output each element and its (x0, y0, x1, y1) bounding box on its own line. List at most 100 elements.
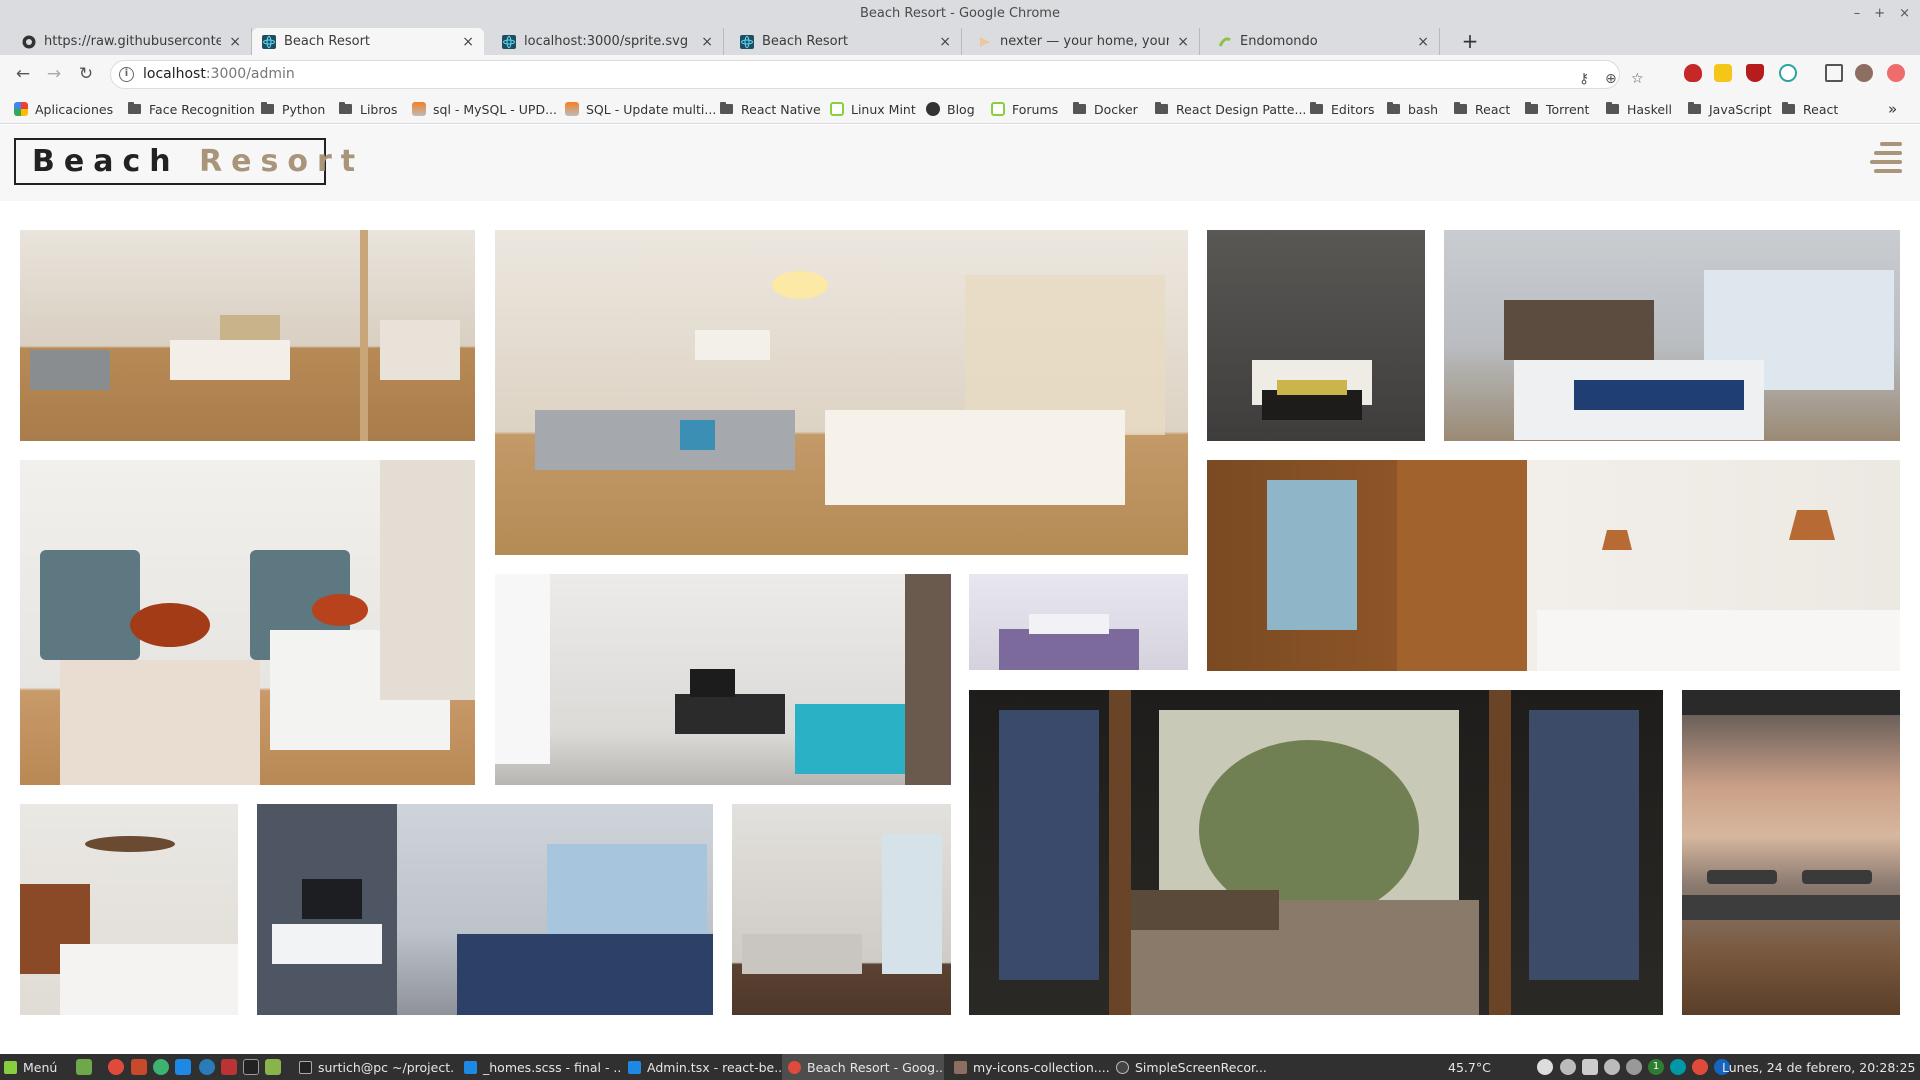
bookmark-torrent[interactable]: Torrent (1525, 94, 1589, 124)
app-launcher-icon[interactable] (153, 1059, 169, 1075)
room-photo-6[interactable] (1207, 460, 1900, 671)
url-host: localhost (143, 66, 206, 82)
taskbar-window-screen-recorder[interactable]: SimpleScreenRecor... (1110, 1054, 1272, 1080)
tab-close-icon[interactable]: × (1177, 34, 1189, 50)
brightness-icon[interactable] (1604, 1059, 1620, 1075)
maximize-button[interactable]: + (1874, 0, 1885, 28)
minimize-button[interactable]: – (1854, 0, 1861, 28)
room-photo-12-featured[interactable] (969, 690, 1663, 1015)
bookmark-face-recognition[interactable]: Face Recognition (128, 94, 255, 124)
taskbar-window-label: Admin.tsx - react-be... (647, 1059, 784, 1075)
cast-icon[interactable] (1825, 64, 1843, 82)
tab-endomondo[interactable]: Endomondo × (1208, 28, 1440, 55)
update-menu-icon[interactable] (1887, 64, 1905, 82)
clock[interactable]: Lunes, 24 de febrero, 20:28:25 (1722, 1054, 1915, 1080)
forward-arrow-icon[interactable]: → (43, 63, 65, 85)
notifications-badge[interactable]: 1 (1648, 1059, 1664, 1075)
tab-github-raw[interactable]: https://raw.githubusercontent.c × (12, 28, 252, 55)
hamburger-menu-icon[interactable] (1870, 140, 1904, 176)
bookmark-haskell[interactable]: Haskell (1606, 94, 1672, 124)
bookmark-star-icon[interactable]: ☆ (1631, 66, 1644, 93)
translate-extension-icon[interactable] (1779, 64, 1797, 82)
room-photo-9[interactable] (20, 804, 238, 1015)
new-tab-button[interactable]: + (1456, 28, 1484, 55)
tool-launcher-icon[interactable] (221, 1059, 237, 1075)
update-shield-icon[interactable] (1626, 1059, 1642, 1075)
chrome-tray-icon[interactable] (1692, 1059, 1708, 1075)
ublock-extension-icon[interactable] (1684, 64, 1702, 82)
bookmark-linux-mint[interactable]: Linux Mint (830, 94, 916, 124)
bookmark-react-2[interactable]: React (1782, 94, 1838, 124)
profile-avatar[interactable] (1855, 64, 1873, 82)
taskbar-window-admin-tsx[interactable]: Admin.tsx - react-be... (622, 1054, 784, 1080)
room-photo-7[interactable] (495, 574, 951, 785)
bookmark-python[interactable]: Python (261, 94, 325, 124)
folder-icon (1387, 102, 1400, 114)
volume-icon[interactable] (1582, 1059, 1598, 1075)
close-window-button[interactable]: × (1899, 0, 1910, 28)
tab-label: localhost:3000/sprite.svg (524, 34, 689, 49)
bookmark-react-design-patterns[interactable]: React Design Patte... (1155, 94, 1306, 124)
sublime-launcher-icon[interactable] (131, 1059, 147, 1075)
url-path: :3000/admin (205, 66, 295, 82)
tab-close-icon[interactable]: × (229, 34, 241, 50)
bookmark-bash[interactable]: bash (1387, 94, 1438, 124)
room-photo-4[interactable] (1444, 230, 1900, 441)
show-desktop-icon[interactable] (76, 1059, 92, 1075)
terminal-launcher-icon[interactable] (243, 1059, 259, 1075)
bookmark-react[interactable]: React (1454, 94, 1510, 124)
room-photo-3[interactable] (1207, 230, 1425, 441)
site-info-icon[interactable]: i (119, 67, 134, 82)
bookmarks-overflow-button[interactable]: » (1888, 94, 1897, 124)
files-launcher-icon[interactable] (265, 1059, 281, 1075)
tab-beach-resort-active[interactable]: Beach Resort × (252, 28, 484, 55)
tab-close-icon[interactable]: × (462, 34, 474, 50)
bookmark-editors[interactable]: Editors (1310, 94, 1375, 124)
bookmark-docker[interactable]: Docker (1073, 94, 1138, 124)
site-logo[interactable]: Beach Resort (14, 138, 355, 185)
user-icon[interactable] (1537, 1059, 1553, 1075)
chrome-launcher-icon[interactable] (108, 1059, 124, 1075)
address-bar[interactable]: i localhost:3000/admin ⚷ ⊕ ☆ (110, 60, 1644, 89)
shield-extension-icon[interactable] (1746, 64, 1764, 82)
browser-toolbar: ← → ↻ i localhost:3000/admin ⚷ ⊕ ☆ (0, 55, 1920, 94)
room-photo-10[interactable] (257, 804, 713, 1015)
room-photo-11[interactable] (732, 804, 951, 1015)
tab-close-icon[interactable]: × (939, 34, 951, 50)
browser-launcher-icon[interactable] (199, 1059, 215, 1075)
reload-icon[interactable]: ↻ (75, 63, 97, 85)
folder-icon (1606, 102, 1619, 114)
start-menu-button[interactable]: Menú (4, 1054, 57, 1080)
bookmark-sql-mysql[interactable]: sql - MySQL - UPD... (412, 94, 557, 124)
bookmark-apps[interactable]: Aplicaciones (14, 94, 113, 124)
room-photo-5[interactable] (20, 460, 475, 785)
temperature-label: 45.7°C (1448, 1059, 1491, 1075)
key-icon[interactable]: ⚷ (1579, 66, 1589, 93)
tab-sprite-svg[interactable]: localhost:3000/sprite.svg × (492, 28, 724, 55)
room-photo-1[interactable] (20, 230, 475, 441)
bookmark-react-native[interactable]: React Native (720, 94, 821, 124)
tab-beach-resort[interactable]: Beach Resort × (730, 28, 962, 55)
zoom-icon[interactable]: ⊕ (1605, 66, 1617, 93)
room-photo-2-featured[interactable] (495, 230, 1188, 555)
room-photo-13[interactable] (1682, 690, 1900, 1015)
notes-extension-icon[interactable] (1714, 64, 1732, 82)
taskbar-window-terminal[interactable]: surtich@pc ~/project... (293, 1054, 455, 1080)
bookmark-sql-update[interactable]: SQL - Update multi... (565, 94, 716, 124)
bookmark-blog[interactable]: Blog (926, 94, 975, 124)
tab-close-icon[interactable]: × (701, 34, 713, 50)
bookmark-forums[interactable]: Forums (991, 94, 1058, 124)
tab-close-icon[interactable]: × (1417, 34, 1429, 50)
network-status-icon[interactable] (1670, 1059, 1686, 1075)
vscode-launcher-icon[interactable] (175, 1059, 191, 1075)
taskbar-window-icons-collection[interactable]: my-icons-collection.... (948, 1054, 1110, 1080)
back-arrow-icon[interactable]: ← (12, 63, 34, 85)
bookmark-javascript[interactable]: JavaScript (1688, 94, 1772, 124)
room-photo-8[interactable] (969, 574, 1188, 670)
tab-nexter[interactable]: nexter — your home, your free × (968, 28, 1200, 55)
chrome-icon (788, 1060, 801, 1074)
taskbar-window-chrome[interactable]: Beach Resort - Goog... (782, 1054, 944, 1080)
taskbar-window-homes-scss[interactable]: _homes.scss - final - ... (458, 1054, 620, 1080)
bookmark-libros[interactable]: Libros (339, 94, 397, 124)
wifi-icon[interactable] (1560, 1059, 1576, 1075)
